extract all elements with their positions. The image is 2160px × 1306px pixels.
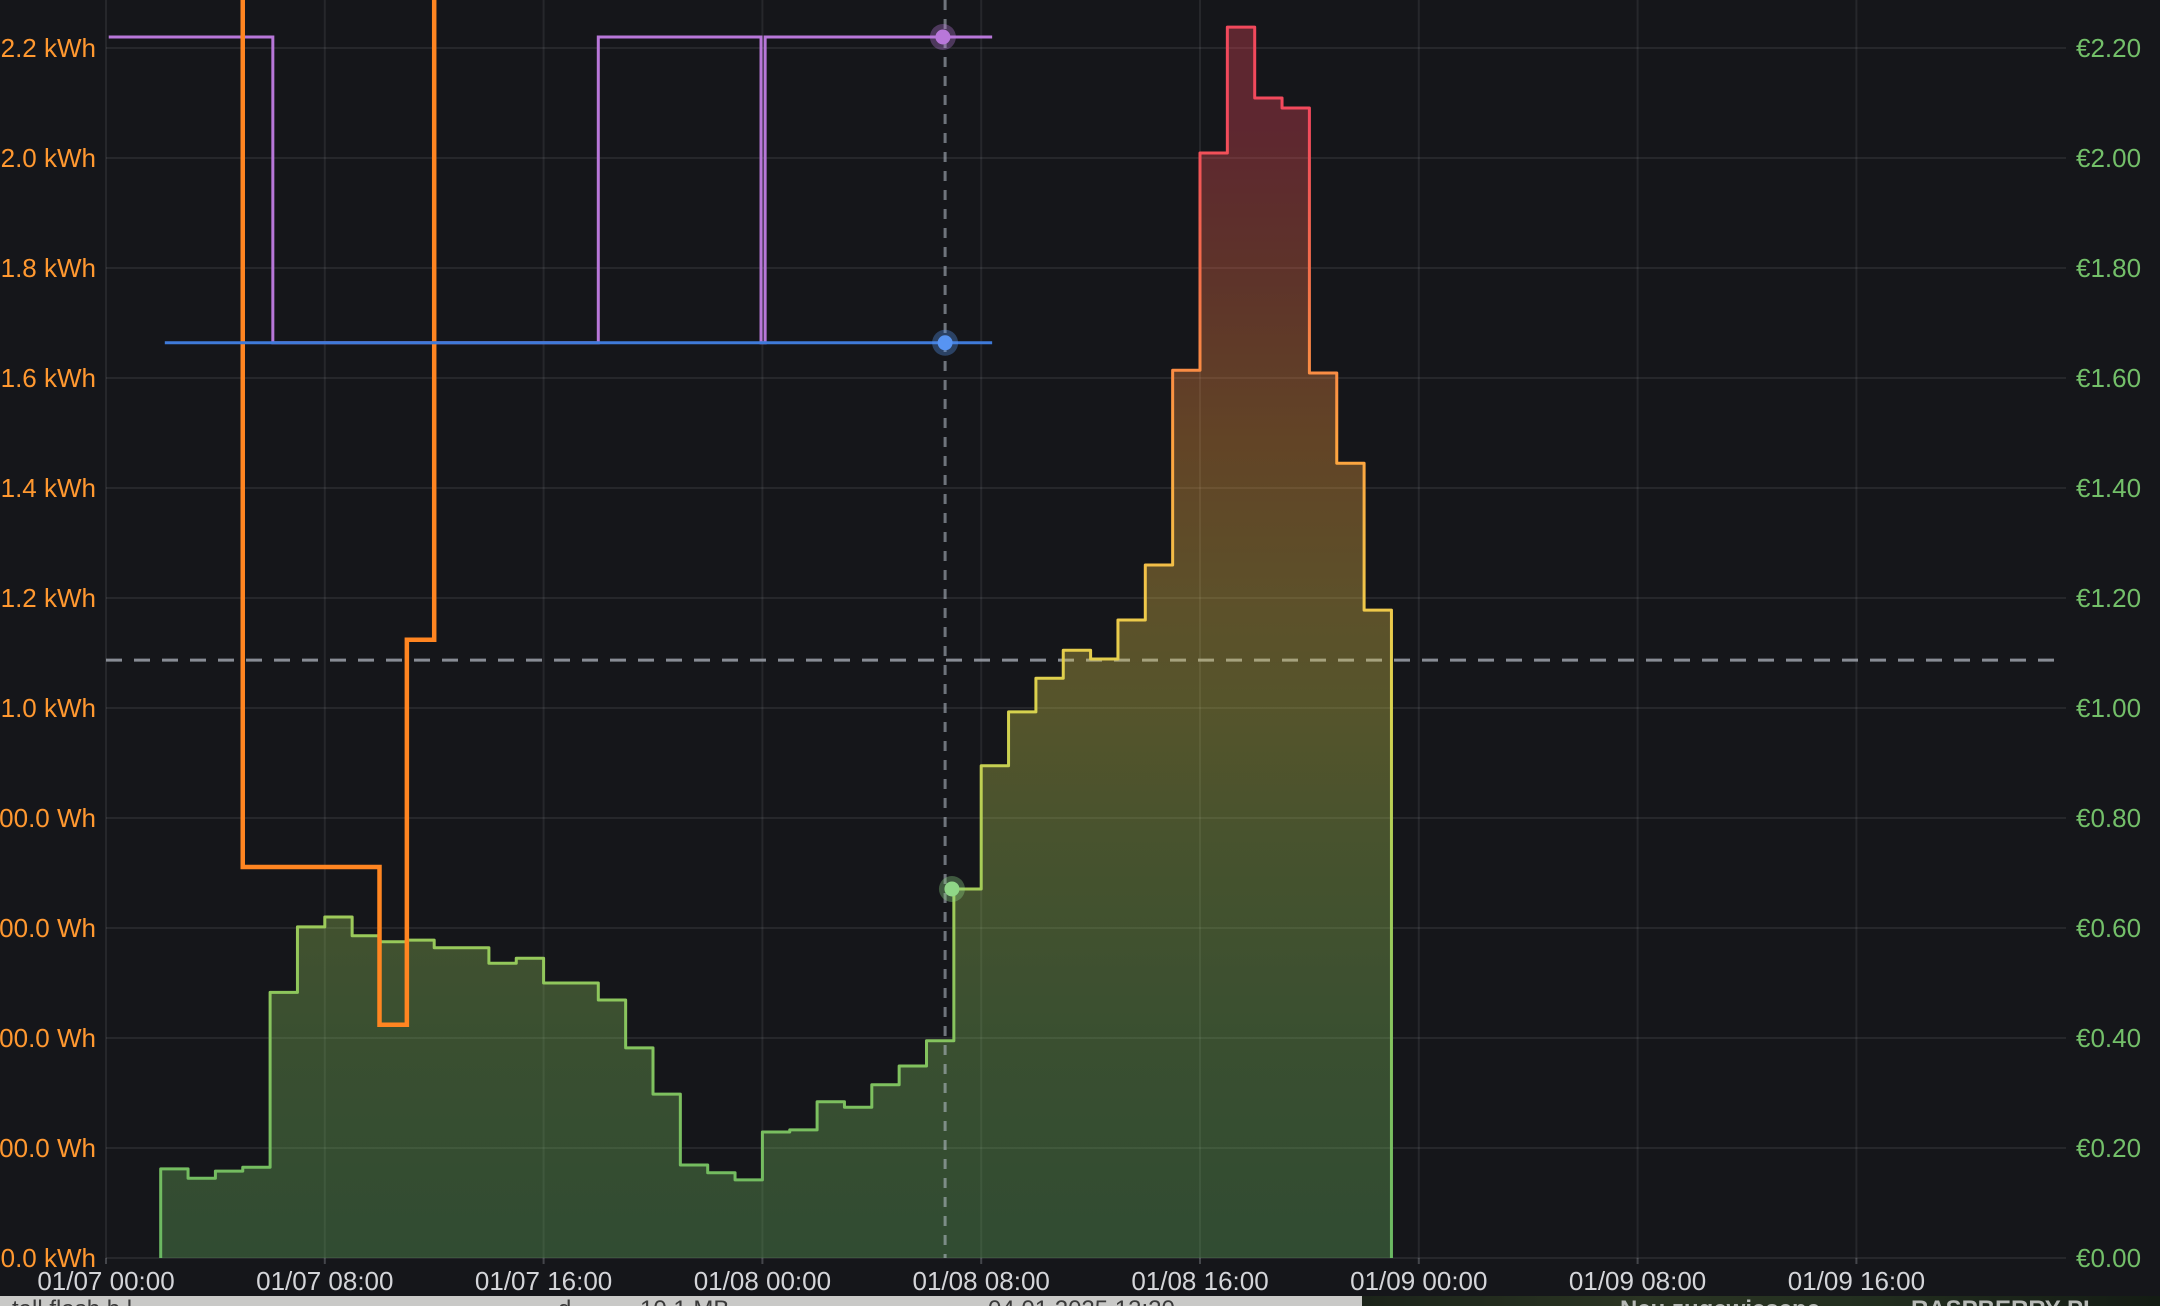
x-tick-label: 01/08 16:00	[1131, 1266, 1268, 1296]
y-right-tick-label: €0.00	[2076, 1243, 2141, 1273]
y-right-tick-label: €1.00	[2076, 693, 2141, 723]
download-size-text: 10.1 MB	[640, 1296, 729, 1306]
x-tick-label: 01/07 08:00	[256, 1266, 393, 1296]
y-right-tick-label: €1.80	[2076, 253, 2141, 283]
x-tick-label: 01/09 00:00	[1350, 1266, 1487, 1296]
y-right-tick-label: €0.20	[2076, 1133, 2141, 1163]
blue-hover-dot	[938, 335, 953, 350]
y-right-tick-label: €2.20	[2076, 33, 2141, 63]
y-left-tick-label: 200.0 Wh	[0, 1133, 96, 1163]
y-left-tick-label: 1.0 kWh	[1, 693, 96, 723]
y-left-tick-label: 400.0 Wh	[0, 1023, 96, 1053]
y-left-tick-label: 2.0 kWh	[1, 143, 96, 173]
y-right-tick-label: €0.60	[2076, 913, 2141, 943]
x-tick-label: 01/09 08:00	[1569, 1266, 1706, 1296]
y-right-tick-label: €2.00	[2076, 143, 2141, 173]
energy-area-fill	[161, 27, 1392, 1258]
x-tick-label: 01/08 00:00	[694, 1266, 831, 1296]
bottom-bar-dark-strip: Neu zugewiesene RASPBERRY PI	[1362, 1296, 2160, 1306]
x-tick-label: 01/08 08:00	[913, 1266, 1050, 1296]
device-label: RASPBERRY PI	[1911, 1296, 2090, 1306]
y-left-tick-label: 800.0 Wh	[0, 803, 96, 833]
y-right-tick-label: €1.20	[2076, 583, 2141, 613]
bottom-bar-text-fragment: d	[558, 1296, 571, 1306]
y-left-tick-label: 1.4 kWh	[1, 473, 96, 503]
y-left-tick-label: 1.8 kWh	[1, 253, 96, 283]
purple-hover-dot	[935, 30, 950, 45]
date-text: 04.01.2025 13:20	[988, 1296, 1175, 1306]
assigned-label: Neu zugewiesene	[1620, 1296, 1820, 1306]
bottom-bar-light-strip: tall flash b l d 10.1 MB 04.01.2025 13:2…	[0, 1296, 1362, 1306]
bottom-bar-text-fragment: tall flash b l	[12, 1296, 132, 1306]
x-tick-label: 01/07 00:00	[37, 1266, 174, 1296]
y-left-tick-label: 600.0 Wh	[0, 913, 96, 943]
chart-canvas[interactable]	[0, 0, 2160, 1306]
grafana-energy-panel: 2.2 kWh 2.0 kWh 1.8 kWh 1.6 kWh 1.4 kWh 1.2 k…	[0, 0, 2160, 1306]
y-left-tick-label: 2.2 kWh	[1, 33, 96, 63]
y-right-tick-label: €1.60	[2076, 363, 2141, 393]
y-right-tick-label: €1.40	[2076, 473, 2141, 503]
x-tick-label: 01/07 16:00	[475, 1266, 612, 1296]
y-left-tick-label: 1.2 kWh	[1, 583, 96, 613]
y-left-tick-label: 1.6 kWh	[1, 363, 96, 393]
green-hover-dot	[944, 881, 959, 896]
browser-bottom-bar: tall flash b l d 10.1 MB 04.01.2025 13:2…	[0, 1296, 2160, 1306]
y-right-tick-label: €0.40	[2076, 1023, 2141, 1053]
x-tick-label: 01/09 16:00	[1788, 1266, 1925, 1296]
y-right-tick-label: €0.80	[2076, 803, 2141, 833]
